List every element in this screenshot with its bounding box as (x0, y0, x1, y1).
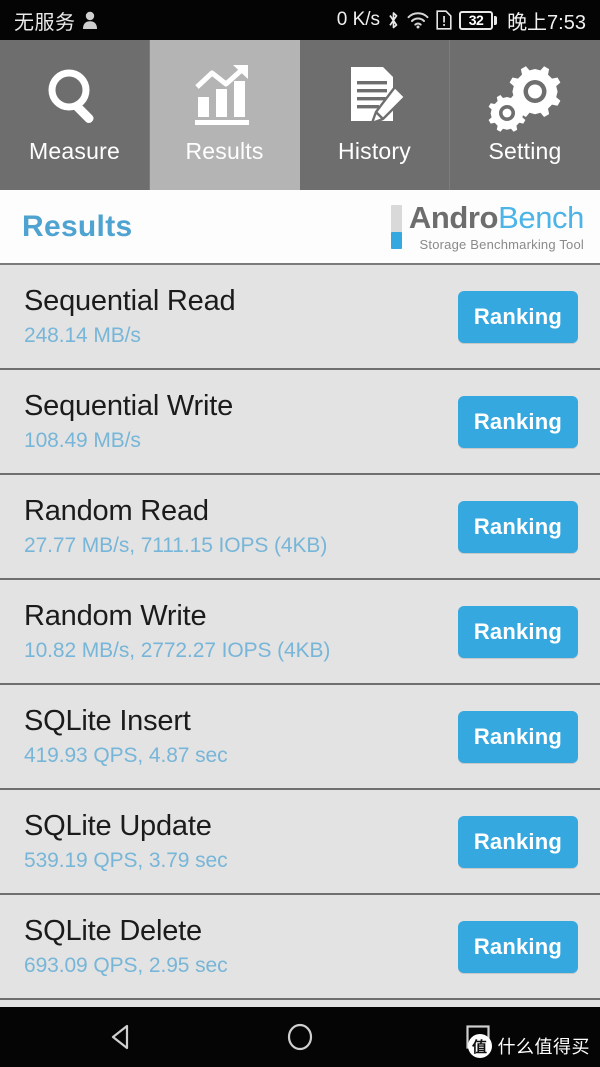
benchmark-name: SQLite Delete (24, 914, 202, 947)
tab-results-label: Results (185, 138, 264, 164)
table-row[interactable]: Random Read 27.77 MB/s, 7111.15 IOPS (4K… (0, 475, 600, 580)
battery-icon: 32 (459, 10, 498, 30)
sim-alert-icon (436, 10, 452, 30)
gears-icon (487, 58, 563, 136)
tab-setting[interactable]: Setting (450, 40, 600, 190)
row-texts: Random Read 27.77 MB/s, 7111.15 IOPS (4K… (24, 495, 327, 558)
tab-results[interactable]: Results (150, 40, 300, 190)
wifi-icon (407, 11, 429, 29)
row-texts: Random Write 10.82 MB/s, 2772.27 IOPS (4… (24, 600, 330, 663)
benchmark-name: Sequential Read (24, 284, 236, 317)
logo-text: AndroBench Storage Benchmarking Tool (408, 199, 585, 252)
tab-bar: Measure Results History Setting (0, 40, 600, 190)
benchmark-name: Sequential Write (24, 389, 234, 422)
document-pencil-icon (339, 58, 411, 136)
battery-body: 32 (459, 10, 494, 30)
tab-measure[interactable]: Measure (0, 40, 150, 190)
row-texts: Sequential Read 248.14 MB/s (24, 284, 236, 348)
logo-secondary: Bench (498, 199, 584, 235)
watermark: 值 什么值得买 (467, 1033, 591, 1059)
bar-chart-arrow-icon (188, 58, 262, 136)
app-header: Results AndroBench Storage Benchmarking … (0, 190, 600, 265)
status-bar: 无服务 0 K/s 32 晚上7:53 (0, 0, 600, 40)
androbench-logo: AndroBench Storage Benchmarking Tool (390, 199, 585, 252)
table-row[interactable]: Random Write 10.82 MB/s, 2772.27 IOPS (4… (0, 580, 600, 685)
table-row[interactable]: SQLite Insert 419.93 QPS, 4.87 sec Ranki… (0, 685, 600, 790)
logo-wordmark: AndroBench (408, 199, 585, 235)
results-list: Sequential Read 248.14 MB/s Ranking Sequ… (0, 265, 600, 1000)
tab-measure-label: Measure (29, 138, 120, 164)
data-rate-label: 0 K/s (336, 9, 381, 30)
row-texts: SQLite Insert 419.93 QPS, 4.87 sec (24, 704, 228, 768)
benchmark-name: SQLite Insert (24, 704, 191, 737)
row-texts: SQLite Delete 693.09 QPS, 2.95 sec (24, 914, 228, 978)
carrier-label: 无服务 (14, 11, 76, 34)
benchmark-value: 419.93 QPS, 4.87 sec (24, 744, 228, 768)
ranking-button[interactable]: Ranking (457, 395, 578, 448)
benchmark-value: 10.82 MB/s, 2772.27 IOPS (4KB) (24, 639, 331, 663)
android-nav-bar: 值 什么值得买 (0, 1007, 600, 1067)
battery-level-label: 32 (468, 12, 484, 28)
ranking-button[interactable]: Ranking (457, 920, 578, 973)
benchmark-name: Random Read (24, 494, 209, 527)
battery-cap (494, 15, 498, 25)
bluetooth-icon (387, 10, 400, 31)
person-icon (82, 11, 98, 30)
row-texts: SQLite Update 539.19 QPS, 3.79 sec (24, 809, 228, 873)
logo-bar-icon (390, 204, 402, 249)
watermark-text: 什么值得买 (497, 1037, 590, 1057)
status-bar-left: 无服务 (14, 6, 98, 35)
ranking-button[interactable]: Ranking (457, 815, 578, 868)
ranking-button[interactable]: Ranking (457, 290, 578, 343)
clock-label: 晚上7:53 (507, 11, 586, 34)
phone-screen: 无服务 0 K/s 32 晚上7:53 Measure Results Hist… (0, 0, 600, 1067)
ranking-button[interactable]: Ranking (457, 500, 578, 553)
table-row[interactable]: SQLite Delete 693.09 QPS, 2.95 sec Ranki… (0, 895, 600, 1000)
benchmark-value: 27.77 MB/s, 7111.15 IOPS (4KB) (24, 534, 328, 558)
table-row[interactable]: SQLite Update 539.19 QPS, 3.79 sec Ranki… (0, 790, 600, 895)
back-triangle-icon[interactable] (98, 1013, 146, 1061)
home-circle-icon[interactable] (276, 1013, 324, 1061)
logo-primary: Andro (408, 199, 499, 235)
table-row[interactable]: Sequential Read 248.14 MB/s Ranking (0, 265, 600, 370)
benchmark-name: Random Write (24, 599, 207, 632)
magnifier-icon (39, 58, 111, 136)
logo-subtitle: Storage Benchmarking Tool (419, 236, 584, 252)
tab-history[interactable]: History (300, 40, 450, 190)
benchmark-value: 248.14 MB/s (24, 324, 141, 348)
status-bar-right: 0 K/s 32 晚上7:53 (337, 6, 586, 35)
table-row[interactable]: Sequential Write 108.49 MB/s Ranking (0, 370, 600, 475)
ranking-button[interactable]: Ranking (457, 605, 578, 658)
benchmark-value: 108.49 MB/s (24, 429, 141, 453)
watermark-badge: 值 (467, 1034, 492, 1058)
tab-history-label: History (338, 138, 411, 164)
benchmark-value: 539.19 QPS, 3.79 sec (24, 849, 228, 873)
ranking-button[interactable]: Ranking (457, 710, 578, 763)
page-title: Results (22, 209, 133, 243)
benchmark-value: 693.09 QPS, 2.95 sec (24, 954, 228, 978)
benchmark-name: SQLite Update (24, 809, 212, 842)
row-texts: Sequential Write 108.49 MB/s (24, 390, 233, 453)
tab-setting-label: Setting (488, 138, 562, 164)
